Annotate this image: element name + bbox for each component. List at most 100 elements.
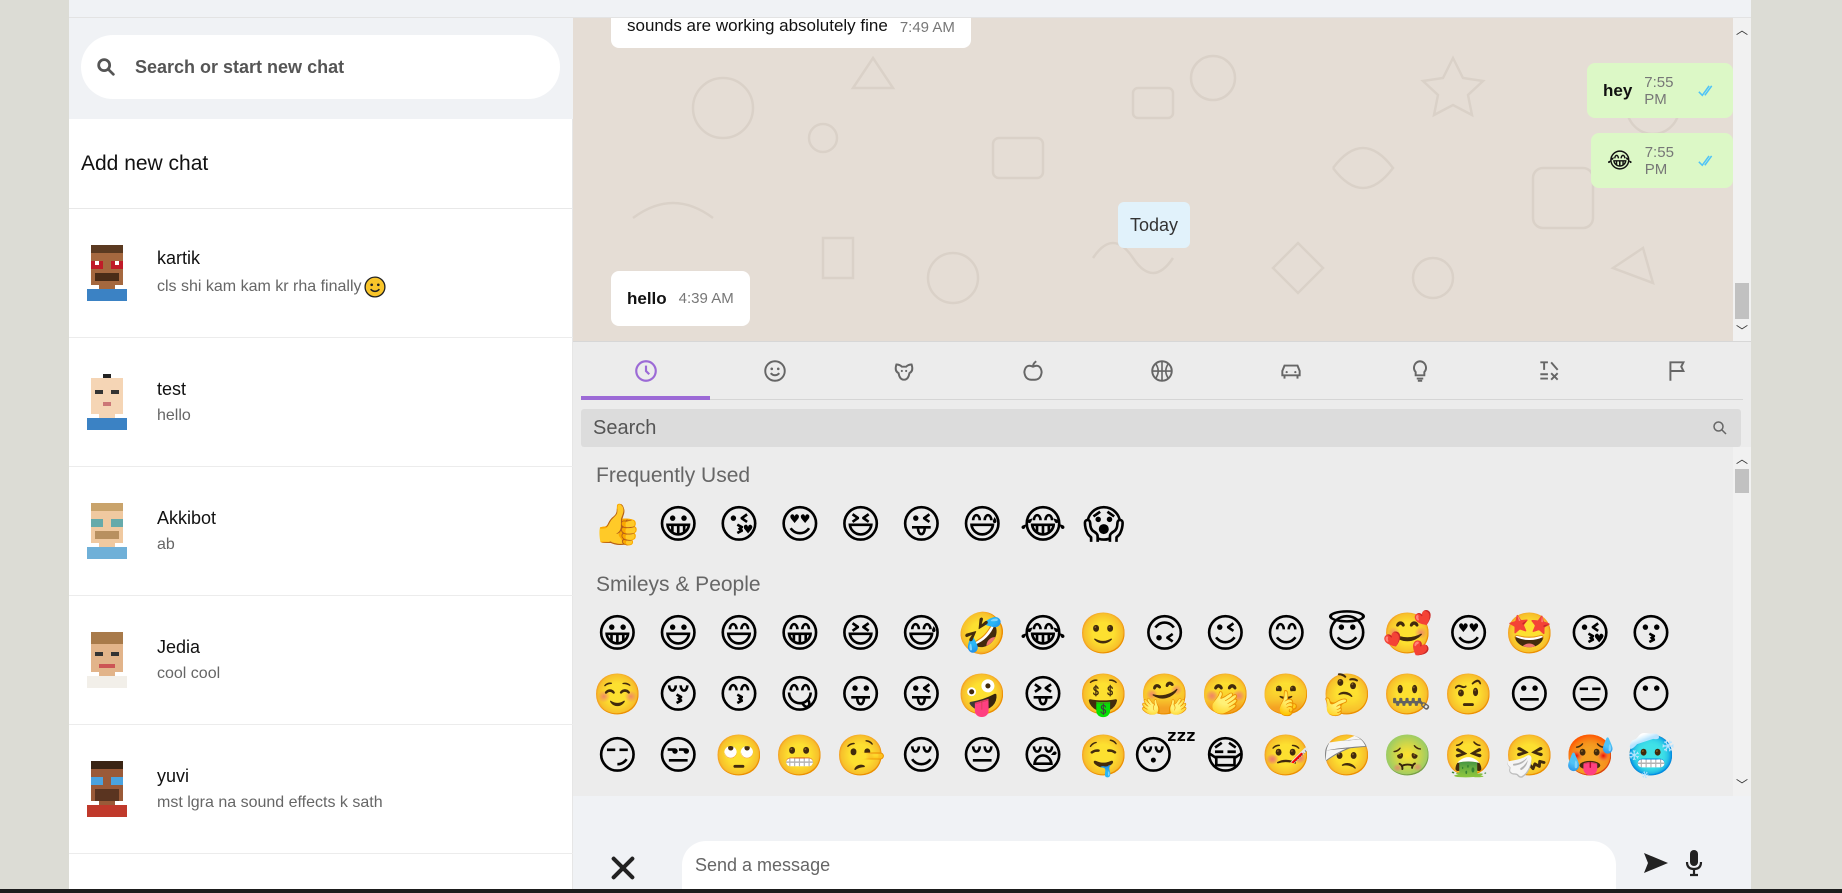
emoji-button[interactable]: 😱 [1073,494,1134,555]
emoji-button[interactable]: 🤭 [1195,664,1256,725]
emoji-button[interactable]: 😝 [1013,664,1074,725]
emoji-button[interactable]: 😶 [1621,664,1682,725]
message-scrollbar[interactable]: ︿ ﹀ [1733,18,1751,341]
emoji-button[interactable]: 😍 [769,494,830,555]
emoji-button[interactable]: 😷 [1195,725,1256,786]
emoji-button[interactable]: 😘 [709,494,770,555]
emoji-button[interactable]: 😅 [952,494,1013,555]
message-input-box[interactable] [682,841,1616,889]
send-icon[interactable] [1642,851,1670,875]
category-recent[interactable] [581,342,711,400]
message-outgoing[interactable]: 😂 7:55 PM [1591,133,1733,188]
emoji-list[interactable]: Frequently Used 👍 😀 😘 😍 😆 😜 😅 😂 😱 Smileys & Peop… [581,452,1726,794]
emoji-button[interactable]: 🙄 [709,725,770,786]
add-new-chat-button[interactable]: Add new chat [69,119,573,209]
emoji-button[interactable]: 😐 [1499,664,1560,725]
emoji-button[interactable]: 🤥 [830,725,891,786]
emoji-button[interactable]: 😇 [1317,603,1378,664]
close-icon[interactable] [609,854,637,882]
emoji-button[interactable]: 😑 [1560,664,1621,725]
scroll-down-icon[interactable]: ﹀ [1733,321,1751,339]
emoji-button[interactable]: 😙 [709,664,770,725]
emoji-button[interactable]: 😏 [587,725,648,786]
message-list[interactable]: sounds are working absolutely fine 7:49 … [573,18,1733,341]
emoji-button[interactable]: 🤣 [952,603,1013,664]
emoji-button[interactable]: ☺️ [587,664,648,725]
emoji-search-box[interactable] [581,409,1741,447]
message-input[interactable] [695,854,1595,876]
emoji-button[interactable]: 🥰 [1377,603,1438,664]
emoji-scrollbar[interactable]: ︿ ﹀ [1733,447,1751,797]
category-activity[interactable] [1097,342,1226,399]
chat-item-akkibot[interactable]: Akkibot ab [69,467,573,596]
emoji-button[interactable]: 😘 [1560,603,1621,664]
category-smileys[interactable] [710,342,839,399]
emoji-button[interactable]: 😌 [891,725,952,786]
emoji-button[interactable]: 🤨 [1438,664,1499,725]
emoji-search-input[interactable] [593,416,1693,440]
emoji-button[interactable]: 🤒 [1256,725,1317,786]
emoji-button[interactable]: 🤩 [1499,603,1560,664]
emoji-button[interactable]: 🤢 [1377,725,1438,786]
chat-item-test[interactable]: test hello [69,338,573,467]
scrollbar-thumb[interactable] [1735,469,1749,493]
search-input[interactable] [135,56,535,78]
emoji-button[interactable]: 🙂 [1073,603,1134,664]
emoji-button[interactable]: 😆 [830,494,891,555]
emoji-button[interactable]: 😜 [891,494,952,555]
emoji-button[interactable]: 😗 [1621,603,1682,664]
search-box[interactable] [81,35,560,99]
message-incoming[interactable]: sounds are working absolutely fine 7:49 … [611,18,971,48]
emoji-button[interactable]: 🙃 [1134,603,1195,664]
emoji-button[interactable]: 🤔 [1317,664,1378,725]
emoji-button[interactable]: 🥶 [1621,725,1682,786]
emoji-button[interactable]: 🤫 [1256,664,1317,725]
emoji-button[interactable]: 😅 [891,603,952,664]
scroll-down-icon[interactable]: ﹀ [1733,775,1751,793]
emoji-button[interactable]: 😉 [1195,603,1256,664]
emoji-button[interactable]: 😴 [1132,725,1196,786]
emoji-button[interactable]: 😔 [952,725,1013,786]
emoji-button[interactable]: 🤑 [1073,664,1134,725]
emoji-button[interactable]: 😬 [769,725,830,786]
chat-item-jedia[interactable]: Jedia cool cool [69,596,573,725]
message-outgoing[interactable]: hey 7:55 PM [1587,63,1733,118]
scroll-up-icon[interactable]: ︿ [1733,449,1751,467]
emoji-button[interactable]: 🤐 [1377,664,1438,725]
emoji-button[interactable]: 😒 [648,725,709,786]
emoji-button[interactable]: 😂 [1013,603,1074,664]
emoji-button[interactable]: 🤕 [1317,725,1378,786]
emoji-button[interactable]: 😍 [1438,603,1499,664]
emoji-button[interactable]: 😁 [769,603,830,664]
emoji-button[interactable]: 🥵 [1560,725,1621,786]
emoji-button[interactable]: 😃 [648,603,709,664]
category-flags[interactable] [1614,342,1743,399]
scrollbar-thumb[interactable] [1735,283,1749,319]
emoji-button[interactable]: 😆 [830,603,891,664]
emoji-button[interactable]: 😛 [830,664,891,725]
emoji-button[interactable]: 😜 [891,664,952,725]
chat-item-yuvi[interactable]: yuvi mst lgra na sound effects k sath [69,725,573,854]
category-symbols[interactable] [1485,342,1614,399]
emoji-button[interactable]: 😀 [648,494,709,555]
category-objects[interactable] [1356,342,1485,399]
message-incoming[interactable]: hello 4:39 AM [611,271,750,326]
category-travel[interactable] [1227,342,1356,399]
category-food[interactable] [968,342,1097,399]
chat-item-kartik[interactable]: kartik cls shi kam kam kr rha finally [69,209,573,338]
microphone-icon[interactable] [1684,848,1704,878]
scroll-up-icon[interactable]: ︿ [1733,20,1751,38]
emoji-button[interactable]: 👍 [587,494,648,555]
emoji-button[interactable]: 😋 [769,664,830,725]
emoji-button[interactable]: 🤧 [1499,725,1560,786]
emoji-button[interactable]: 😚 [648,664,709,725]
emoji-button[interactable]: 😀 [587,603,648,664]
category-animals[interactable] [839,342,968,399]
emoji-button[interactable]: 😪 [1013,725,1074,786]
emoji-button[interactable]: 😄 [709,603,770,664]
emoji-button[interactable]: 😊 [1256,603,1317,664]
emoji-button[interactable]: 🤮 [1438,725,1499,786]
emoji-button[interactable]: 🤗 [1134,664,1195,725]
emoji-button[interactable]: 🤪 [952,664,1013,725]
emoji-button[interactable]: 😂 [1013,494,1074,555]
